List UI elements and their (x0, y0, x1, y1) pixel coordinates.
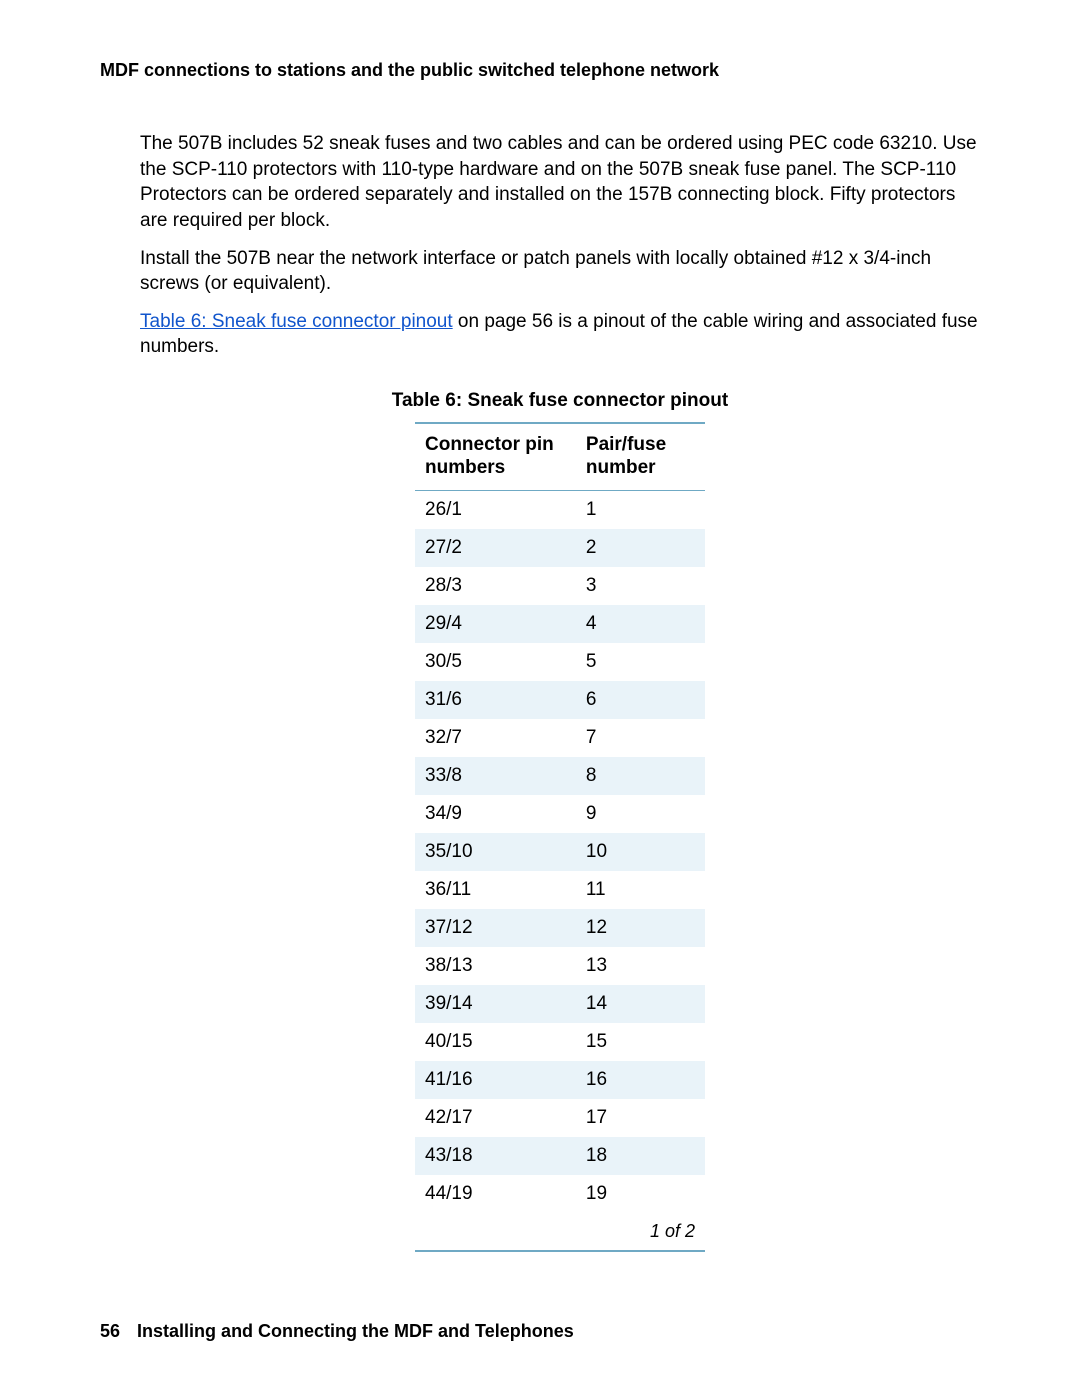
cell-connector-pin: 37/12 (415, 909, 576, 947)
paragraph-1: The 507B includes 52 sneak fuses and two… (140, 131, 980, 234)
table-row: 42/1717 (415, 1099, 705, 1137)
table-pagination-row: 1 of 2 (415, 1213, 705, 1251)
table-row: 41/1616 (415, 1061, 705, 1099)
table-row: 35/1010 (415, 833, 705, 871)
table-row: 34/99 (415, 795, 705, 833)
cell-connector-pin: 32/7 (415, 719, 576, 757)
col-header-pair-fuse: Pair/fuse number (576, 423, 705, 490)
table-header-row: Connector pin numbers Pair/fuse number (415, 423, 705, 490)
table-row: 27/22 (415, 529, 705, 567)
col-header-connector-pin: Connector pin numbers (415, 423, 576, 490)
cell-pair-fuse: 3 (576, 567, 705, 605)
cell-pair-fuse: 6 (576, 681, 705, 719)
table-row: 28/33 (415, 567, 705, 605)
table-row: 29/44 (415, 605, 705, 643)
table-pagination: 1 of 2 (415, 1213, 705, 1251)
table-row: 36/1111 (415, 871, 705, 909)
cell-connector-pin: 40/15 (415, 1023, 576, 1061)
cell-connector-pin: 43/18 (415, 1137, 576, 1175)
cell-pair-fuse: 16 (576, 1061, 705, 1099)
book-title: Installing and Connecting the MDF and Te… (137, 1321, 574, 1341)
table-wrap: Connector pin numbers Pair/fuse number 2… (140, 422, 980, 1252)
table-row: 33/88 (415, 757, 705, 795)
cell-connector-pin: 35/10 (415, 833, 576, 871)
page: MDF connections to stations and the publ… (0, 0, 1080, 1397)
cell-connector-pin: 39/14 (415, 985, 576, 1023)
cell-connector-pin: 31/6 (415, 681, 576, 719)
page-footer: 56 Installing and Connecting the MDF and… (100, 1321, 574, 1342)
table-row: 31/66 (415, 681, 705, 719)
table-caption: Table 6: Sneak fuse connector pinout (140, 390, 980, 412)
paragraph-2: Install the 507B near the network interf… (140, 246, 980, 297)
cell-connector-pin: 27/2 (415, 529, 576, 567)
cell-pair-fuse: 15 (576, 1023, 705, 1061)
cell-connector-pin: 34/9 (415, 795, 576, 833)
paragraph-3: Table 6: Sneak fuse connector pinout on … (140, 309, 980, 360)
cell-pair-fuse: 1 (576, 490, 705, 529)
cell-connector-pin: 38/13 (415, 947, 576, 985)
cell-pair-fuse: 2 (576, 529, 705, 567)
cell-connector-pin: 33/8 (415, 757, 576, 795)
cell-pair-fuse: 13 (576, 947, 705, 985)
table-row: 39/1414 (415, 985, 705, 1023)
cell-connector-pin: 41/16 (415, 1061, 576, 1099)
cell-pair-fuse: 12 (576, 909, 705, 947)
table-row: 44/1919 (415, 1175, 705, 1213)
table-row: 37/1212 (415, 909, 705, 947)
table-cross-reference-link[interactable]: Table 6: Sneak fuse connector pinout (140, 311, 453, 332)
cell-connector-pin: 29/4 (415, 605, 576, 643)
cell-pair-fuse: 4 (576, 605, 705, 643)
table-row: 26/11 (415, 490, 705, 529)
cell-pair-fuse: 19 (576, 1175, 705, 1213)
cell-pair-fuse: 18 (576, 1137, 705, 1175)
table-row: 30/55 (415, 643, 705, 681)
cell-connector-pin: 42/17 (415, 1099, 576, 1137)
cell-pair-fuse: 5 (576, 643, 705, 681)
cell-connector-pin: 44/19 (415, 1175, 576, 1213)
table-row: 40/1515 (415, 1023, 705, 1061)
cell-connector-pin: 28/3 (415, 567, 576, 605)
cell-pair-fuse: 11 (576, 871, 705, 909)
body: The 507B includes 52 sneak fuses and two… (140, 131, 980, 1252)
cell-pair-fuse: 9 (576, 795, 705, 833)
cell-pair-fuse: 10 (576, 833, 705, 871)
cell-pair-fuse: 17 (576, 1099, 705, 1137)
cell-pair-fuse: 7 (576, 719, 705, 757)
cell-connector-pin: 30/5 (415, 643, 576, 681)
table-row: 32/77 (415, 719, 705, 757)
cell-connector-pin: 36/11 (415, 871, 576, 909)
running-header: MDF connections to stations and the publ… (100, 60, 980, 81)
cell-pair-fuse: 14 (576, 985, 705, 1023)
pinout-table: Connector pin numbers Pair/fuse number 2… (415, 422, 705, 1252)
table-row: 43/1818 (415, 1137, 705, 1175)
cell-connector-pin: 26/1 (415, 490, 576, 529)
cell-pair-fuse: 8 (576, 757, 705, 795)
table-row: 38/1313 (415, 947, 705, 985)
page-number: 56 (100, 1321, 120, 1341)
